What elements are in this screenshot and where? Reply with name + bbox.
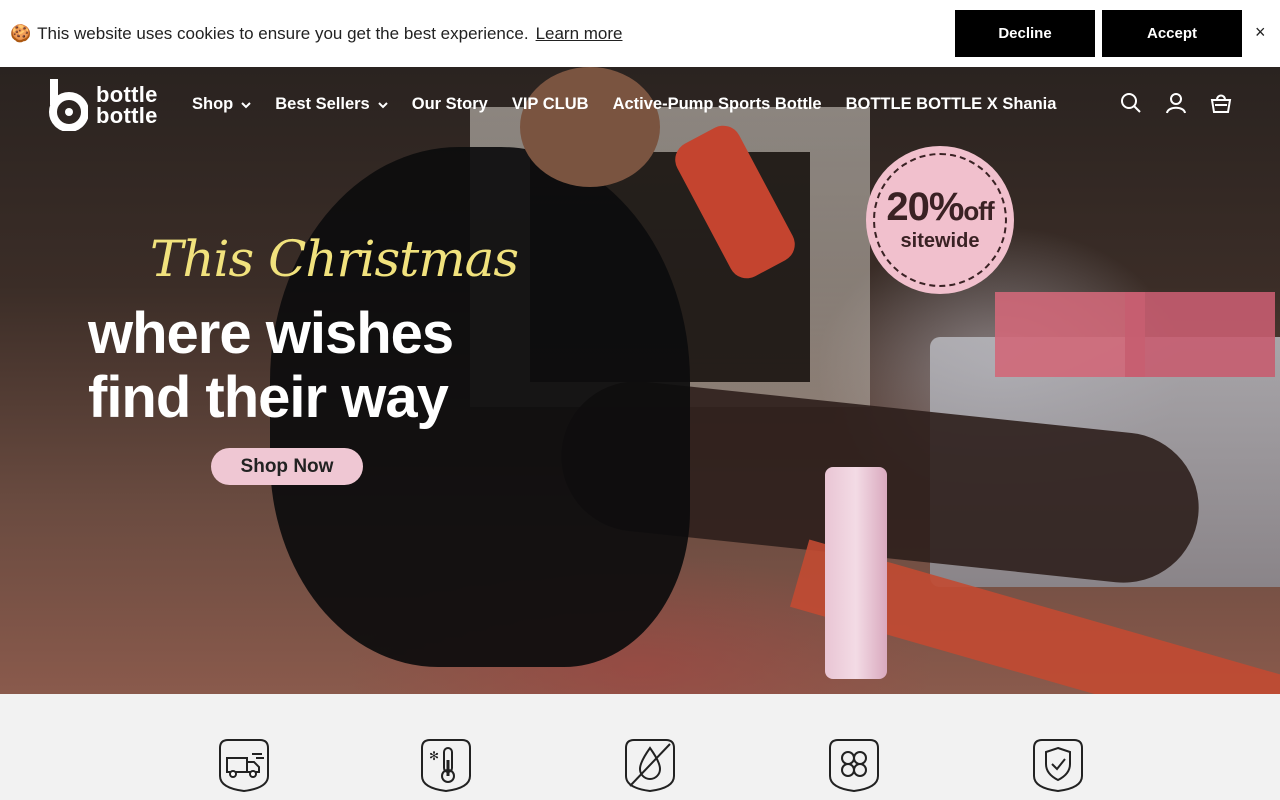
nav-item-label: Our Story	[411, 95, 488, 113]
cart-icon[interactable]	[1210, 92, 1232, 114]
nav-item-shania[interactable]: BOTTLE BOTTLE X Shania	[846, 95, 1057, 114]
hero-headline: where wishes find their way	[88, 301, 454, 430]
header-icons	[1120, 92, 1232, 114]
logo-mark-icon	[48, 79, 89, 132]
chevron-down-icon	[378, 95, 388, 114]
hero-tumbler	[825, 467, 887, 679]
hero-basket	[995, 292, 1145, 377]
nav-item-label: BOTTLE BOTTLE X Shania	[845, 95, 1057, 113]
hero-basket	[1125, 292, 1275, 377]
svg-text:✻: ✻	[429, 749, 439, 763]
delivery-truck-icon	[216, 736, 272, 793]
hero-headline-line1: where wishes	[88, 301, 454, 366]
main-menu: Shop Best Sellers Our Story VIP CLUB Act…	[192, 67, 1080, 142]
features-strip: ✻	[0, 694, 1280, 800]
site-header: bottle bottle Shop Best Sellers Our Stor…	[0, 67, 1280, 142]
temperature-icon: ✻	[418, 736, 474, 793]
shop-now-button[interactable]: Shop Now	[211, 448, 363, 485]
cookie-emoji: 🍪	[10, 23, 32, 43]
nav-item-best-sellers[interactable]: Best Sellers	[275, 95, 388, 114]
cookie-banner: 🍪 This website uses cookies to ensure yo…	[0, 0, 1280, 67]
account-icon[interactable]	[1165, 92, 1187, 114]
logo[interactable]: bottle bottle	[48, 79, 158, 132]
chevron-down-icon	[241, 95, 251, 114]
badge-ring	[873, 153, 1007, 287]
nav-item-label: VIP CLUB	[511, 95, 589, 113]
clover-icon	[826, 736, 882, 793]
search-icon[interactable]	[1120, 92, 1142, 114]
hero-script-title: This Christmas	[150, 230, 519, 288]
nav-item-vip-club[interactable]: VIP CLUB	[512, 95, 589, 114]
logo-text-line2: bottle	[96, 103, 158, 128]
close-icon[interactable]: ×	[1255, 22, 1266, 43]
cookie-message: This website uses cookies to ensure you …	[37, 23, 529, 43]
learn-more-link[interactable]: Learn more	[536, 24, 623, 44]
nav-item-shop[interactable]: Shop	[192, 95, 251, 114]
decline-button[interactable]: Decline	[955, 10, 1095, 57]
shield-check-icon	[1030, 736, 1086, 793]
hero-headline-line2: find their way	[88, 365, 449, 430]
nav-item-label: Shop	[192, 95, 234, 113]
nav-item-active-pump[interactable]: Active-Pump Sports Bottle	[613, 95, 822, 114]
nav-item-our-story[interactable]: Our Story	[412, 95, 488, 114]
discount-badge: 20%off sitewide	[866, 146, 1014, 294]
nav-item-label: Best Sellers	[275, 95, 370, 113]
leakproof-icon	[622, 736, 678, 793]
accept-button[interactable]: Accept	[1102, 10, 1242, 57]
nav-item-label: Active-Pump Sports Bottle	[612, 95, 822, 113]
